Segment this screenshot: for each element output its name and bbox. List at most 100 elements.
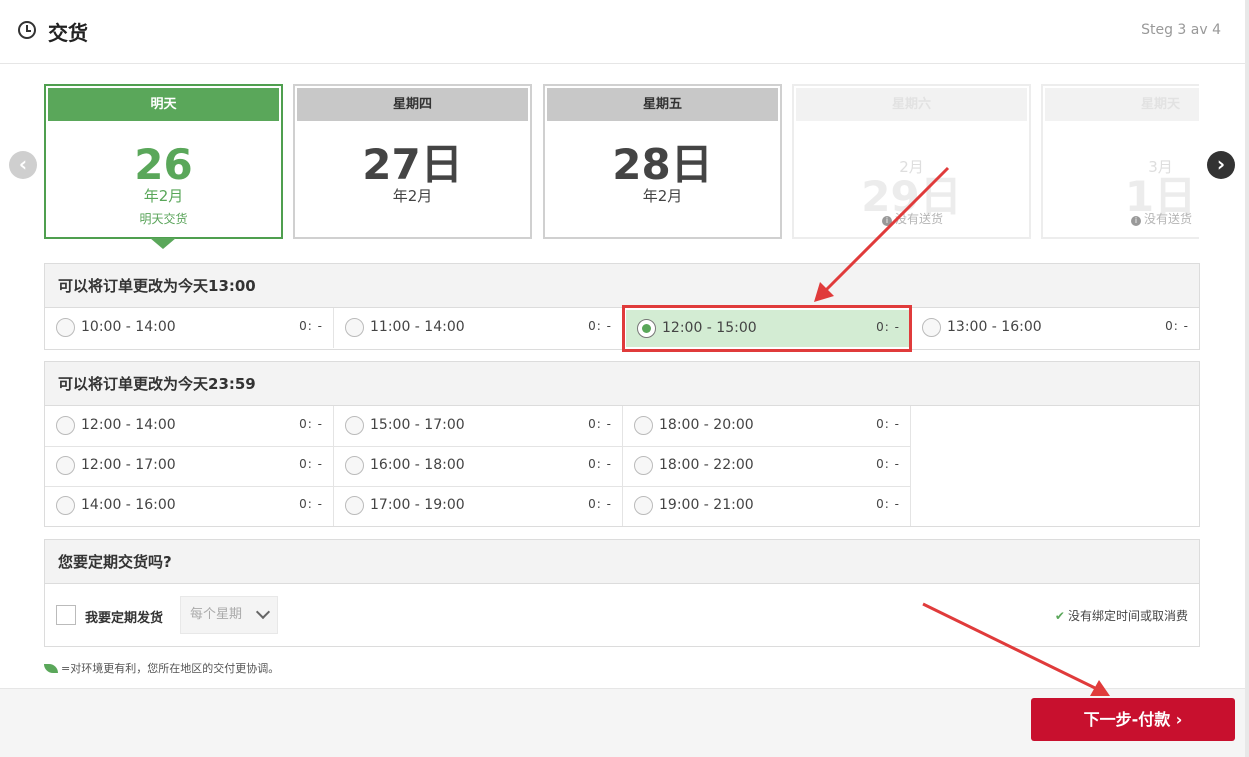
scrollbar[interactable]: [1245, 0, 1249, 757]
chevron-left-icon[interactable]: ‹: [9, 151, 37, 179]
day-card-tomorrow[interactable]: 明天 26 年2月 明天交货: [44, 84, 283, 239]
day-month: 年2月: [143, 187, 184, 205]
timeslot-price: 0: -: [299, 497, 323, 511]
eco-note: =对环境更有利，您所在地区的交付更协调。: [44, 660, 279, 676]
timeslot-time: 12:00 - 14:00: [81, 417, 176, 433]
timeslot-price: 0: -: [1165, 319, 1189, 333]
day-note-text: 没有送货: [1144, 212, 1193, 226]
active-day-pointer: [150, 238, 176, 249]
timeslot-time: 13:00 - 16:00: [947, 319, 1042, 335]
frequency-select-value: 每个星期: [190, 607, 243, 622]
leaf-icon: [44, 664, 58, 673]
timeslot-time: 12:00 - 17:00: [81, 457, 176, 473]
timeslot-time: 11:00 - 14:00: [370, 319, 465, 335]
radio-button[interactable]: [56, 318, 75, 337]
timeslot-price: 0: -: [876, 417, 900, 431]
day-note-text: 没有送货: [895, 212, 944, 226]
day-card-friday[interactable]: 星期五 28日 年2月: [543, 84, 782, 239]
section-title: 可以将订单更改为今天23:59: [45, 362, 1199, 406]
recurring-delivery-panel: 您要定期交货吗? 我要定期发货 每个星期 ✔ 没有绑定时间或取消费: [44, 539, 1200, 647]
timeslot-option[interactable]: 18:00 - 20:00 0: -: [623, 406, 911, 446]
timeslot-option[interactable]: 13:00 - 16:00 0: -: [911, 308, 1199, 348]
section-title: 可以将订单更改为今天13:00: [45, 264, 1199, 308]
timeslot-time: 10:00 - 14:00: [81, 319, 176, 335]
step-indicator: Steg 3 av 4: [1141, 22, 1221, 38]
timeslot-time: 14:00 - 16:00: [81, 497, 176, 513]
timeslot-price: 0: -: [588, 417, 612, 431]
recurring-note: ✔ 没有绑定时间或取消费: [1055, 607, 1188, 624]
timeslot-option[interactable]: 12:00 - 14:00 0: -: [45, 406, 334, 446]
timeslot-time: 17:00 - 19:00: [370, 497, 465, 513]
info-icon: i: [882, 216, 892, 226]
section-title: 您要定期交货吗?: [45, 540, 1199, 584]
radio-button[interactable]: [56, 416, 75, 435]
timeslot-time: 19:00 - 21:00: [659, 497, 754, 513]
timeslot-price: 0: -: [588, 497, 612, 511]
annotation-highlight-box: [622, 305, 912, 352]
frequency-select[interactable]: 每个星期: [180, 596, 278, 634]
radio-button[interactable]: [345, 456, 364, 475]
timeslot-price: 0: -: [299, 417, 323, 431]
radio-button[interactable]: [634, 456, 653, 475]
day-number: 27日: [362, 140, 463, 189]
timeslot-option[interactable]: 12:00 - 17:00 0: -: [45, 446, 334, 486]
page-title: 交货: [48, 21, 88, 45]
radio-button[interactable]: [634, 496, 653, 515]
day-name: 明天: [48, 88, 279, 121]
day-card-sunday: 星期天 3月 1日 i 没有送货: [1041, 84, 1199, 239]
timeslot-option[interactable]: 10:00 - 14:00 0: -: [45, 308, 334, 348]
radio-button[interactable]: [922, 318, 941, 337]
day-selector: 明天 26 年2月 明天交货 星期四 27日 年2月 星期五 28日 年2月 星…: [44, 84, 1199, 240]
radio-button[interactable]: [56, 456, 75, 475]
day-month: 年2月: [392, 187, 433, 205]
day-note: i 没有送货: [882, 210, 943, 227]
timeslot-option[interactable]: 16:00 - 18:00 0: -: [334, 446, 623, 486]
day-name: 星期五: [547, 88, 778, 121]
radio-button[interactable]: [56, 496, 75, 515]
recurring-note-text: 没有绑定时间或取消费: [1067, 609, 1188, 623]
day-month: 年2月: [642, 187, 683, 205]
recurring-row: 我要定期发货 每个星期 ✔ 没有绑定时间或取消费: [45, 585, 1199, 646]
page-header: 交货 Steg 3 av 4: [0, 0, 1245, 64]
timeslot-option[interactable]: 11:00 - 14:00 0: -: [334, 308, 623, 348]
timeslot-time: 16:00 - 18:00: [370, 457, 465, 473]
timeslot-price: 0: -: [876, 497, 900, 511]
timeslot-option[interactable]: 14:00 - 16:00 0: -: [45, 486, 334, 526]
timeslot-price: 0: -: [588, 319, 612, 333]
day-name: 星期四: [297, 88, 528, 121]
timeslot-time: 15:00 - 17:00: [370, 417, 465, 433]
info-icon: i: [1131, 216, 1141, 226]
clock-icon: [18, 21, 36, 39]
timeslot-time: 18:00 - 20:00: [659, 417, 754, 433]
timeslot-price: 0: -: [299, 319, 323, 333]
timeslot-price: 0: -: [588, 457, 612, 471]
timeslot-panel-2: 可以将订单更改为今天23:59 12:00 - 14:00 0: - 15:00…: [44, 361, 1200, 527]
radio-button[interactable]: [345, 318, 364, 337]
timeslot-price: 0: -: [299, 457, 323, 471]
timeslot-option[interactable]: 17:00 - 19:00 0: -: [334, 486, 623, 526]
day-number: 26: [134, 140, 193, 189]
eco-note-text: =对环境更有利，您所在地区的交付更协调。: [61, 662, 280, 675]
radio-button[interactable]: [345, 416, 364, 435]
chevron-right-icon[interactable]: ›: [1207, 151, 1235, 179]
timeslot-option[interactable]: 18:00 - 22:00 0: -: [623, 446, 911, 486]
day-name: 星期六: [796, 88, 1027, 121]
day-name: 星期天: [1045, 88, 1199, 121]
recurring-checkbox[interactable]: [56, 605, 76, 625]
day-note: 明天交货: [139, 212, 188, 226]
chevron-down-icon: [255, 604, 271, 620]
check-icon: ✔: [1054, 609, 1065, 623]
radio-button[interactable]: [634, 416, 653, 435]
delivery-page: 交货 Steg 3 av 4 ‹ › 明天 26 年2月 明天交货 星期四 27…: [0, 0, 1249, 757]
timeslot-option[interactable]: 19:00 - 21:00 0: -: [623, 486, 911, 526]
recurring-checkbox-label: 我要定期发货: [85, 611, 164, 626]
timeslot-time: 18:00 - 22:00: [659, 457, 754, 473]
next-payment-button[interactable]: 下一步-付款 ›: [1031, 698, 1235, 741]
day-note: i 没有送货: [1131, 210, 1192, 227]
timeslot-option[interactable]: 15:00 - 17:00 0: -: [334, 406, 623, 446]
timeslot-price: 0: -: [876, 457, 900, 471]
day-number: 28日: [612, 140, 713, 189]
day-card-saturday: 星期六 2月 29日 i 没有送货: [792, 84, 1031, 239]
radio-button[interactable]: [345, 496, 364, 515]
day-card-thursday[interactable]: 星期四 27日 年2月: [293, 84, 532, 239]
